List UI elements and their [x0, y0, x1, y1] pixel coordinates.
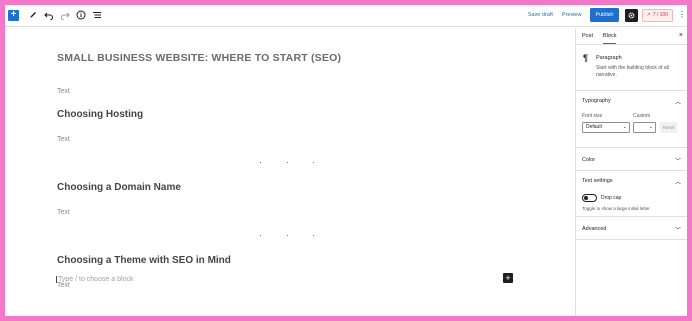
- save-draft-button[interactable]: Save draft: [528, 12, 553, 18]
- chevron-down-icon[interactable]: ﹀: [675, 156, 681, 165]
- text-settings-panel: Text settings ︿ Drop cap Toggle to show …: [576, 172, 687, 217]
- drop-cap-toggle[interactable]: [582, 194, 597, 202]
- typography-panel: Typography ︿ Font size Custom Default ⌄ …: [576, 92, 687, 148]
- block-card: ¶ Paragraph Start with the building bloc…: [576, 46, 687, 91]
- typography-title[interactable]: Typography: [582, 98, 611, 104]
- reset-button[interactable]: Reset: [660, 122, 677, 133]
- pen-tool-icon[interactable]: [27, 8, 39, 22]
- seo-score-value: 7 / 100: [652, 12, 668, 18]
- chevron-up-icon[interactable]: ︿: [675, 177, 681, 186]
- chevron-down-icon: ⌄: [622, 124, 627, 130]
- chevron-down-icon[interactable]: ﹀: [675, 225, 681, 234]
- details-info-icon[interactable]: [75, 8, 87, 22]
- editor-canvas: SMALL BUSINESS WEBSITE: WHERE TO START (…: [5, 28, 575, 316]
- heading-block[interactable]: Choosing a Theme with SEO in Mind: [57, 255, 231, 266]
- paragraph-block[interactable]: Text: [57, 88, 70, 95]
- advanced-panel[interactable]: Advanced ﹀: [576, 218, 687, 240]
- sidebar-tabs: Post Block ×: [576, 28, 687, 45]
- editor-window: + Save draft Preview Publish ↗ 7 / 100 ⋮…: [5, 5, 687, 316]
- redo-icon[interactable]: [59, 8, 71, 22]
- heading-block[interactable]: Choosing a Domain Name: [57, 182, 181, 193]
- custom-size-input[interactable]: ⌄: [633, 122, 656, 133]
- tab-block[interactable]: Block: [603, 33, 617, 44]
- drop-cap-help: Toggle to show a large initial letter.: [582, 206, 651, 211]
- seo-score-badge[interactable]: ↗ 7 / 100: [641, 8, 673, 22]
- settings-button[interactable]: [624, 8, 638, 22]
- color-panel[interactable]: Color ﹀: [576, 149, 687, 171]
- drop-cap-label: Drop cap: [601, 195, 622, 201]
- toolbar-right: Save draft Preview Publish ↗ 7 / 100 ⋮: [528, 8, 686, 22]
- settings-sidebar: Post Block × ¶ Paragraph Start with the …: [575, 28, 687, 316]
- top-toolbar: + Save draft Preview Publish ↗ 7 / 100 ⋮: [5, 5, 687, 27]
- block-placeholder-input[interactable]: Type / to choose a block: [56, 276, 134, 283]
- font-size-value: Default: [586, 124, 602, 130]
- tab-post[interactable]: Post: [582, 33, 593, 39]
- paragraph-block[interactable]: Text: [57, 209, 70, 216]
- font-size-label: Font size: [582, 113, 603, 119]
- block-name: Paragraph: [596, 55, 622, 61]
- chevron-up-icon[interactable]: ︿: [675, 97, 681, 106]
- list-view-icon[interactable]: [91, 8, 103, 22]
- stepper-arrows-icon: ⌄: [648, 124, 653, 130]
- separator-block[interactable]: [260, 162, 314, 164]
- text-settings-title[interactable]: Text settings: [582, 178, 613, 184]
- separator-block[interactable]: [260, 235, 314, 237]
- paragraph-block[interactable]: Text: [57, 136, 70, 143]
- font-size-select[interactable]: Default ⌄: [582, 122, 630, 133]
- custom-label: Custom: [633, 113, 651, 119]
- paragraph-block[interactable]: Text: [57, 282, 70, 289]
- publish-button[interactable]: Publish: [590, 8, 619, 22]
- color-title[interactable]: Color: [582, 157, 595, 163]
- heading-block[interactable]: Choosing Hosting: [57, 109, 143, 120]
- inline-add-block-button[interactable]: +: [503, 273, 513, 283]
- toolbar-left: +: [8, 8, 107, 22]
- post-title[interactable]: SMALL BUSINESS WEBSITE: WHERE TO START (…: [57, 52, 341, 64]
- seo-trend-icon: ↗: [646, 12, 651, 18]
- advanced-title[interactable]: Advanced: [582, 226, 606, 232]
- block-description: Start with the building block of all nar…: [596, 65, 669, 78]
- paragraph-icon: ¶: [583, 53, 589, 63]
- close-icon[interactable]: ×: [679, 32, 683, 39]
- preview-button[interactable]: Preview: [562, 12, 582, 18]
- undo-icon[interactable]: [43, 8, 55, 22]
- gear-icon: [627, 11, 635, 19]
- add-block-button[interactable]: +: [8, 9, 19, 21]
- more-options-icon[interactable]: ⋮: [678, 11, 686, 19]
